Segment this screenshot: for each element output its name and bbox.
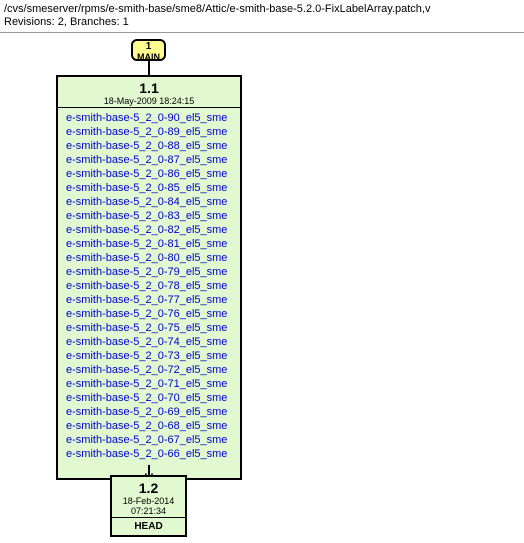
tag-label: e-smith-base-5_2_0-83_el5_sme <box>66 209 232 223</box>
tag-label: e-smith-base-5_2_0-76_el5_sme <box>66 307 232 321</box>
tag-label: e-smith-base-5_2_0-69_el5_sme <box>66 405 232 419</box>
tag-label: e-smith-base-5_2_0-74_el5_sme <box>66 335 232 349</box>
head-label: HEAD <box>134 521 162 532</box>
revision-graph: 1 MAIN 1.1 18-May-2009 18:24:15 e-smith-… <box>0 33 524 538</box>
tag-label: e-smith-base-5_2_0-78_el5_sme <box>66 279 232 293</box>
file-path: /cvs/smeserver/rpms/e-smith-base/sme8/At… <box>4 3 520 15</box>
tag-label: e-smith-base-5_2_0-84_el5_sme <box>66 195 232 209</box>
tag-label: e-smith-base-5_2_0-90_el5_sme <box>66 111 232 125</box>
revision-node-1-2[interactable]: 1.2 18-Feb-2014 07:21:34 HEAD <box>110 475 187 537</box>
tag-label: e-smith-base-5_2_0-89_el5_sme <box>66 125 232 139</box>
tag-list: e-smith-base-5_2_0-90_el5_smee-smith-bas… <box>58 108 240 465</box>
tag-label: e-smith-base-5_2_0-81_el5_sme <box>66 237 232 251</box>
tag-label: e-smith-base-5_2_0-70_el5_sme <box>66 391 232 405</box>
tag-label: e-smith-base-5_2_0-73_el5_sme <box>66 349 232 363</box>
revision-number: 1.1 <box>58 77 240 96</box>
revision-node-1-1[interactable]: 1.1 18-May-2009 18:24:15 e-smith-base-5_… <box>56 75 242 480</box>
branch-node-main[interactable]: 1 MAIN <box>131 39 166 61</box>
tag-label: e-smith-base-5_2_0-77_el5_sme <box>66 293 232 307</box>
revision-date: 18-Feb-2014 07:21:34 <box>112 496 185 517</box>
branch-number: 1 <box>133 42 164 52</box>
connector <box>148 61 150 75</box>
tag-label: e-smith-base-5_2_0-82_el5_sme <box>66 223 232 237</box>
header: /cvs/smeserver/rpms/e-smith-base/sme8/At… <box>0 0 524 28</box>
tag-label: e-smith-base-5_2_0-68_el5_sme <box>66 419 232 433</box>
tag-label: e-smith-base-5_2_0-88_el5_sme <box>66 139 232 153</box>
tag-label: e-smith-base-5_2_0-71_el5_sme <box>66 377 232 391</box>
tag-label: e-smith-base-5_2_0-87_el5_sme <box>66 153 232 167</box>
revision-summary: Revisions: 2, Branches: 1 <box>4 16 520 28</box>
tag-label: e-smith-base-5_2_0-75_el5_sme <box>66 321 232 335</box>
tag-label: e-smith-base-5_2_0-66_el5_sme <box>66 447 232 461</box>
tag-label: e-smith-base-5_2_0-72_el5_sme <box>66 363 232 377</box>
revision-date: 18-May-2009 18:24:15 <box>58 96 240 107</box>
tag-label: e-smith-base-5_2_0-86_el5_sme <box>66 167 232 181</box>
tag-label: e-smith-base-5_2_0-67_el5_sme <box>66 433 232 447</box>
tag-label: e-smith-base-5_2_0-85_el5_sme <box>66 181 232 195</box>
revision-number: 1.2 <box>112 477 185 496</box>
tag-label: e-smith-base-5_2_0-79_el5_sme <box>66 265 232 279</box>
tag-label: e-smith-base-5_2_0-80_el5_sme <box>66 251 232 265</box>
